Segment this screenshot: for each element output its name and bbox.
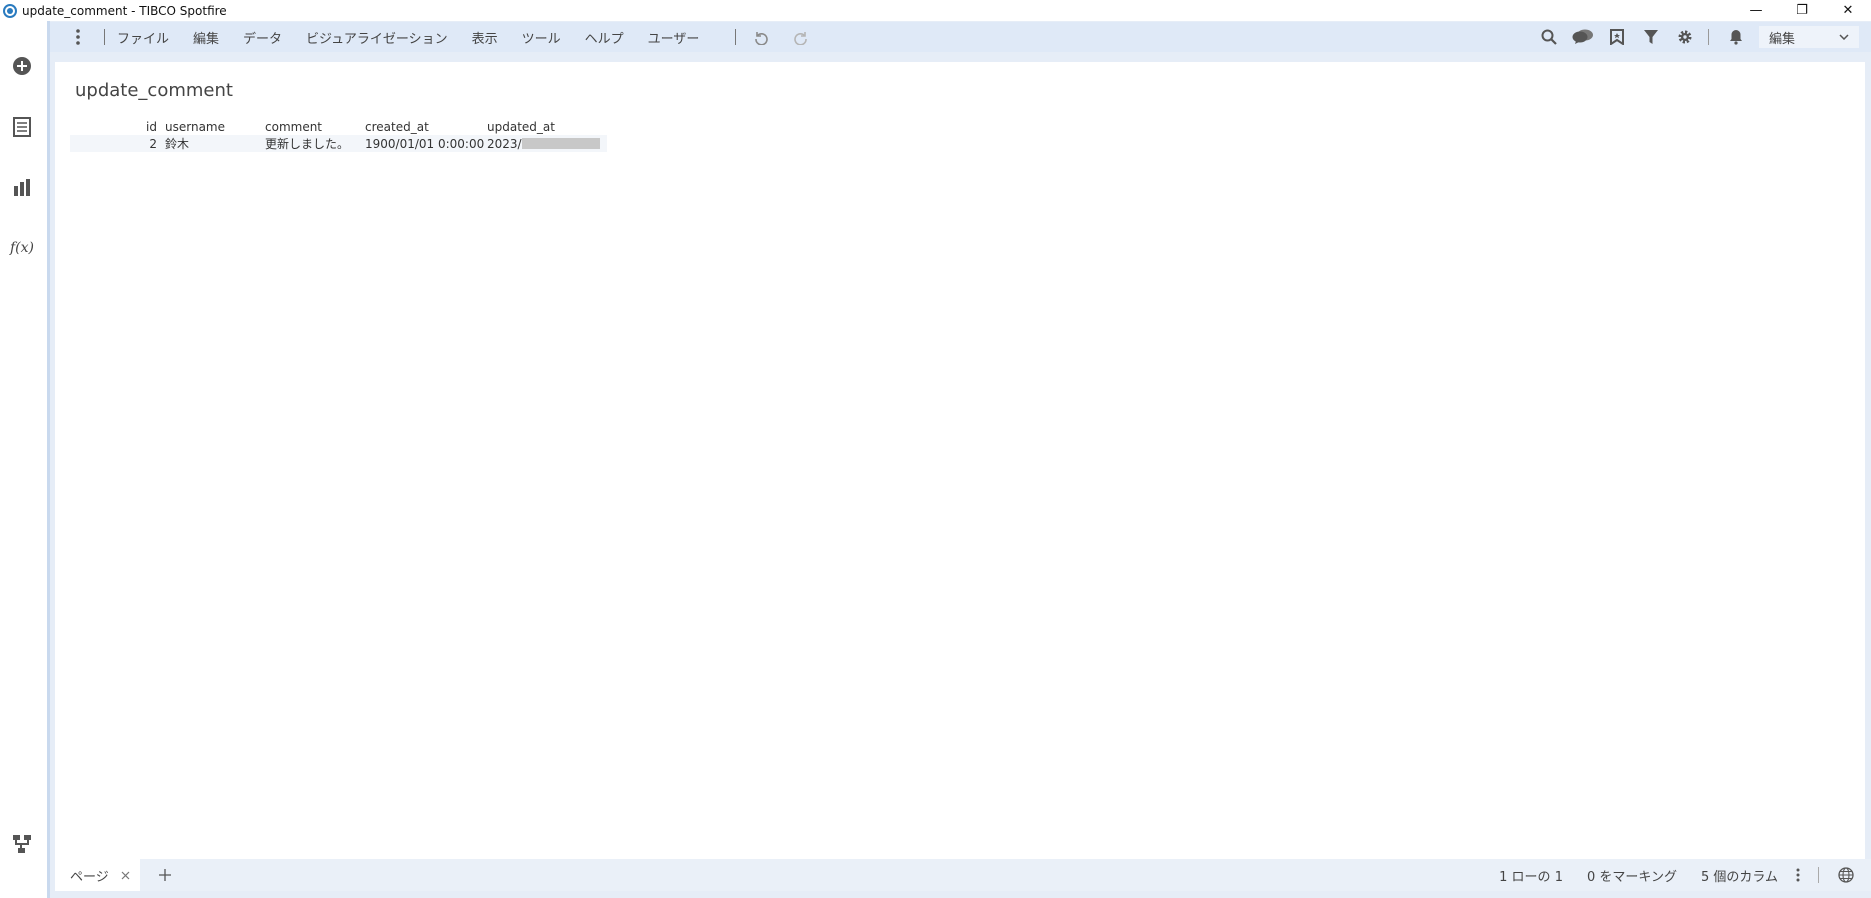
function-button[interactable]: f(x) (8, 234, 36, 262)
cell-id: 2 (149, 136, 157, 151)
data-canvas-icon (13, 835, 31, 853)
undo-button[interactable] (748, 26, 774, 48)
undo-icon (755, 32, 769, 45)
mode-selector[interactable]: 編集 (1759, 26, 1859, 48)
globe-icon (1838, 867, 1854, 883)
redo-icon (794, 32, 808, 45)
data-canvas-button[interactable] (8, 830, 36, 858)
filters-button[interactable] (1636, 23, 1666, 51)
menu-tools[interactable]: ツール (522, 28, 561, 47)
authoring-rail: f(x) (0, 21, 46, 898)
add-icon (13, 57, 31, 75)
settings-button[interactable] (1670, 23, 1700, 51)
search-icon (1541, 29, 1557, 45)
kebab-menu-icon (76, 29, 80, 45)
bar-chart-icon (14, 179, 30, 196)
window-title: update_comment - TIBCO Spotfire (22, 3, 227, 18)
add-page-button[interactable] (140, 869, 190, 881)
notifications-button[interactable] (1721, 23, 1751, 51)
kebab-menu-icon (1796, 868, 1800, 882)
window-titlebar: update_comment - TIBCO Spotfire — ❐ ✕ (0, 0, 1871, 21)
menu-data[interactable]: データ (243, 28, 282, 47)
visualization-title: update_comment (75, 80, 233, 101)
redacted-block (521, 138, 600, 149)
cell-updated-at: 2023/ (487, 137, 607, 151)
plus-icon (159, 869, 171, 881)
column-header-updated-at[interactable]: updated_at (487, 120, 607, 134)
bookmark-icon (1610, 29, 1624, 45)
page-tab-label: ページ (70, 869, 109, 885)
window-controls: — ❐ ✕ (1733, 0, 1871, 21)
column-header-username[interactable]: username (165, 120, 265, 134)
menu-view[interactable]: 表示 (472, 28, 498, 47)
menu-separator (735, 29, 737, 45)
menu-bar: ファイル 編集 データ ビジュアライゼーション 表示 ツール ヘルプ ユーザー (50, 22, 1871, 52)
comments-button[interactable] (1568, 23, 1598, 51)
frame-border (47, 21, 50, 898)
bookmarks-button[interactable] (1602, 23, 1632, 51)
column-header-comment[interactable]: comment (265, 120, 365, 134)
menu-user[interactable]: ユーザー (648, 28, 700, 47)
comments-icon (1572, 29, 1593, 44)
visualization-button[interactable] (8, 173, 36, 201)
notification-icon (1730, 30, 1742, 45)
cell-updated-at-text: 2023/ (487, 136, 522, 151)
redo-button[interactable] (788, 26, 814, 48)
column-header-id[interactable]: id (70, 120, 165, 134)
language-button[interactable] (1831, 867, 1861, 883)
menu-edit[interactable]: 編集 (193, 28, 219, 47)
status-marked: 0 をマーキング (1586, 869, 1677, 885)
spotfire-logo-icon (3, 3, 17, 18)
data-table-button[interactable] (8, 113, 36, 141)
menu-file[interactable]: ファイル (117, 28, 169, 47)
close-button[interactable]: ✕ (1825, 0, 1871, 21)
cell-comment: 更新しました。 (265, 137, 350, 151)
menu-visualization[interactable]: ビジュアライゼーション (306, 28, 448, 47)
menu-separator (104, 29, 105, 45)
close-icon[interactable] (121, 871, 130, 880)
main-menu-button[interactable] (64, 29, 92, 45)
search-button[interactable] (1534, 23, 1564, 51)
page-tab[interactable]: ページ (55, 859, 140, 891)
table-header: id username comment created_at updated_a… (70, 118, 607, 135)
cell-username: 鈴木 (165, 137, 190, 151)
cell-created-at: 1900/01/01 0:00:00 (365, 136, 485, 151)
page-tabs-bar: ページ 1 ローの 1 0 をマーキング 5 個のカラム (55, 859, 1871, 891)
minimize-button[interactable]: — (1733, 0, 1779, 21)
settings-icon (1678, 30, 1692, 44)
toolbar-separator (1708, 29, 1709, 45)
status-bar: 1 ローの 1 0 をマーキング 5 個のカラム (1499, 859, 1871, 891)
toolbar-right: 編集 (1530, 22, 1871, 52)
table-row[interactable]: 2 鈴木 更新しました。 1900/01/01 0:00:00 2023/ (70, 135, 607, 152)
table-visualization[interactable]: id username comment created_at updated_a… (70, 118, 607, 152)
status-columns: 5 個のカラム (1700, 869, 1778, 885)
status-separator (1818, 867, 1819, 883)
mode-label: 編集 (1769, 31, 1796, 47)
restore-button[interactable]: ❐ (1779, 0, 1825, 21)
function-icon: f(x) (9, 240, 34, 256)
data-table-icon (13, 117, 31, 137)
status-menu-button[interactable] (1790, 868, 1806, 882)
status-rows: 1 ローの 1 (1499, 869, 1563, 885)
visualization-canvas: update_comment id username comment creat… (55, 62, 1865, 859)
chevron-down-icon (1839, 34, 1849, 40)
menu-help[interactable]: ヘルプ (585, 28, 624, 47)
add-data-button[interactable] (8, 52, 36, 80)
filter-icon (1644, 30, 1658, 44)
column-header-created-at[interactable]: created_at (365, 120, 487, 134)
